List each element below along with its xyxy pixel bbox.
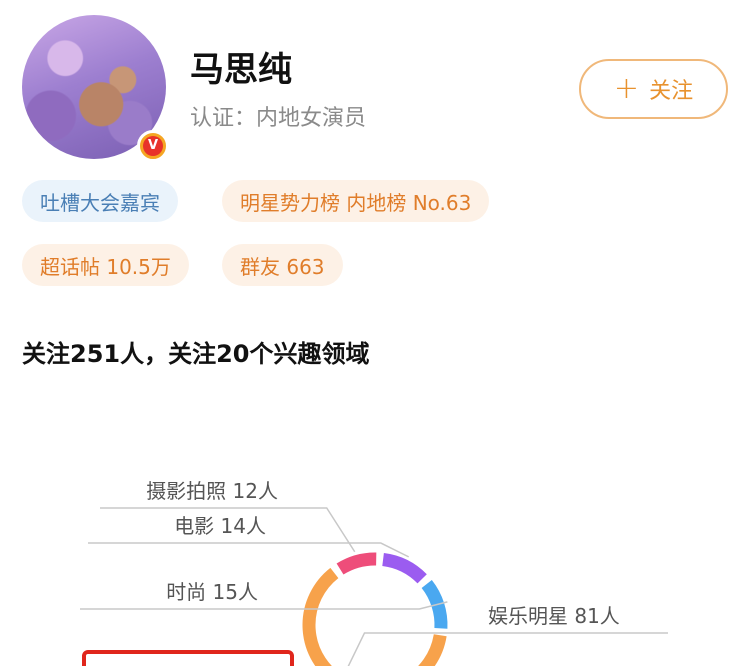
tag-roast-guest[interactable]: 吐槽大会嘉宾 bbox=[22, 180, 178, 222]
tag-star-ranking[interactable]: 明星势力榜 内地榜 No.63 bbox=[222, 180, 490, 222]
donut-label-0: 摄影拍照 12人 bbox=[146, 479, 278, 503]
tag-label: 群友 663 bbox=[240, 254, 325, 279]
follow-button[interactable]: + 关注 bbox=[579, 59, 728, 119]
leader-line-3 bbox=[347, 632, 668, 666]
donut-label-1: 电影 14人 bbox=[174, 514, 266, 538]
donut-label-2: 时尚 15人 bbox=[166, 580, 258, 604]
tag-label: 明星势力榜 内地榜 No.63 bbox=[240, 190, 472, 215]
tag-label: 超话帖 10.5万 bbox=[40, 254, 171, 279]
profile-name: 马思纯 bbox=[190, 50, 292, 90]
verified-badge-icon: V bbox=[137, 130, 169, 162]
highlight-box bbox=[82, 650, 294, 666]
donut-slice-3 bbox=[302, 567, 447, 666]
tag-super-topic[interactable]: 超话帖 10.5万 bbox=[22, 244, 189, 286]
donut-slice-0 bbox=[336, 552, 377, 575]
interest-donut-chart: 摄影拍照 12人电影 14人时尚 15人娱乐明星 81人 bbox=[80, 479, 668, 666]
follow-button-label: 关注 bbox=[649, 79, 694, 104]
tag-group-friends[interactable]: 群友 663 bbox=[222, 244, 343, 286]
tag-label: 吐槽大会嘉宾 bbox=[40, 190, 160, 215]
verified-badge-letter: V bbox=[143, 136, 163, 156]
donut-arcs bbox=[302, 552, 448, 666]
donut-label-3: 娱乐明星 81人 bbox=[488, 604, 620, 628]
leader-line-2 bbox=[80, 601, 448, 610]
profile-certification: 认证：内地女演员 bbox=[190, 106, 367, 131]
follow-summary: 关注251人，关注20个兴趣领域 bbox=[22, 340, 370, 368]
plus-icon: + bbox=[613, 71, 640, 106]
donut-labels: 摄影拍照 12人电影 14人时尚 15人娱乐明星 81人 bbox=[146, 479, 620, 628]
donut-slice-1 bbox=[382, 553, 427, 584]
